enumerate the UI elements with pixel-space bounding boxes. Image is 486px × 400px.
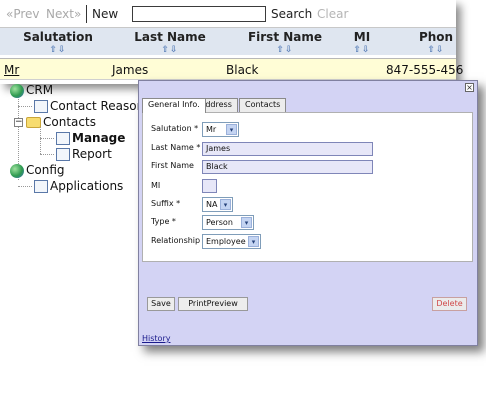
- column-header-salutation[interactable]: Salutation ⇧⇩: [0, 30, 116, 55]
- select-value: Person: [206, 218, 233, 227]
- last-name-label: Last Name *: [151, 143, 201, 152]
- general-info-panel: Salutation * Mr ▾ Last Name * James Firs…: [142, 112, 473, 262]
- tree-node-contact-reasons[interactable]: Contact Reasons: [18, 98, 151, 114]
- page-icon: [56, 132, 70, 145]
- clear-button[interactable]: Clear: [317, 7, 348, 21]
- select-value: Employee: [206, 237, 246, 246]
- chevron-down-icon[interactable]: ▾: [248, 236, 259, 247]
- search-input[interactable]: [132, 6, 266, 22]
- history-link[interactable]: History: [142, 334, 170, 343]
- column-label: Last Name: [134, 30, 206, 44]
- cell-last-name: James: [112, 63, 149, 77]
- mi-field[interactable]: [202, 179, 217, 193]
- tree-label: Contacts: [43, 115, 96, 129]
- sort-arrows-icon[interactable]: ⇧⇩: [342, 45, 382, 55]
- tab-general-info[interactable]: General Info.: [142, 98, 206, 113]
- first-name-label: First Name: [151, 161, 194, 170]
- prev-page-button[interactable]: «Prev: [6, 7, 40, 21]
- chevron-down-icon[interactable]: ▾: [226, 124, 237, 135]
- column-label: First Name: [247, 30, 323, 44]
- first-name-field[interactable]: Black: [202, 160, 373, 174]
- tree-connector: [18, 186, 32, 187]
- tree-node-manage[interactable]: Manage: [40, 130, 125, 146]
- cell-phone: 847-555-456: [386, 63, 464, 77]
- grid-toolbar: «Prev Next» New Search Clear: [0, 0, 456, 28]
- chevron-down-icon[interactable]: ▾: [241, 217, 252, 228]
- close-icon[interactable]: ×: [465, 83, 474, 92]
- chevron-down-icon[interactable]: ▾: [220, 199, 231, 210]
- sort-arrows-icon[interactable]: ⇧⇩: [112, 45, 228, 55]
- column-label: Salutation: [23, 30, 93, 44]
- column-header-mi[interactable]: MI ⇧⇩: [342, 30, 382, 55]
- column-header-last-name[interactable]: Last Name ⇧⇩: [112, 30, 228, 55]
- tree-label: Contact Reasons: [50, 99, 151, 113]
- contact-edit-dialog: × General Info. Address Contacts Salutat…: [138, 80, 478, 346]
- tree-node-contacts[interactable]: − Contacts: [14, 114, 96, 130]
- relationship-label: Relationship *: [151, 236, 207, 245]
- column-label: Phon: [418, 30, 454, 44]
- tree-label: Report: [72, 147, 112, 161]
- folder-open-icon: [26, 117, 41, 128]
- cell-first-name: Black: [226, 63, 259, 77]
- sort-arrows-icon[interactable]: ⇧⇩: [0, 45, 116, 55]
- suffix-select[interactable]: NA ▾: [202, 197, 233, 212]
- globe-icon: [10, 163, 24, 178]
- salutation-label: Salutation *: [151, 124, 199, 133]
- type-label: Type *: [151, 217, 176, 226]
- type-select[interactable]: Person ▾: [202, 215, 254, 230]
- tree-label: Manage: [72, 131, 126, 145]
- page-icon: [56, 148, 70, 161]
- search-button[interactable]: Search: [271, 7, 312, 21]
- save-button[interactable]: Save: [147, 297, 175, 311]
- next-page-button[interactable]: Next»: [46, 7, 81, 21]
- column-label: MI: [353, 30, 371, 44]
- salutation-select[interactable]: Mr ▾: [202, 122, 239, 137]
- select-value: Mr: [206, 125, 217, 134]
- print-preview-button[interactable]: PrintPreview: [178, 297, 248, 311]
- table-row[interactable]: Mr James Black 847-555-456: [0, 58, 463, 80]
- grid-header-row: Salutation ⇧⇩ Last Name ⇧⇩ First Name ⇧⇩…: [0, 28, 456, 55]
- collapse-icon[interactable]: −: [14, 118, 23, 127]
- tree-node-config[interactable]: Config: [10, 162, 65, 178]
- globe-icon: [10, 83, 24, 98]
- select-value: NA: [206, 200, 218, 209]
- cell-salutation[interactable]: Mr: [4, 63, 19, 77]
- sort-arrows-icon[interactable]: ⇧⇩: [386, 45, 486, 55]
- sort-arrows-icon[interactable]: ⇧⇩: [228, 45, 342, 55]
- page-icon: [34, 180, 48, 193]
- tree-node-report[interactable]: Report: [40, 146, 112, 162]
- new-record-button[interactable]: New: [92, 7, 118, 21]
- tree-connector: [18, 106, 32, 107]
- contacts-grid-window: «Prev Next» New Search Clear Salutation …: [0, 0, 463, 84]
- tree-label: CRM: [26, 83, 54, 97]
- tree-node-crm[interactable]: CRM: [10, 82, 53, 98]
- mi-label: MI: [151, 181, 161, 190]
- tree-connector: [40, 154, 54, 155]
- tree-label: Config: [26, 163, 65, 177]
- tree-node-applications[interactable]: Applications: [18, 178, 123, 194]
- column-header-phone[interactable]: Phon ⇧⇩: [386, 30, 486, 55]
- delete-button[interactable]: Delete: [432, 297, 467, 311]
- relationship-select[interactable]: Employee ▾: [202, 234, 261, 249]
- last-name-field[interactable]: James: [202, 142, 373, 156]
- column-header-first-name[interactable]: First Name ⇧⇩: [228, 30, 342, 55]
- toolbar-separator: [86, 5, 87, 23]
- tree-connector: [40, 138, 54, 139]
- tree-label: Applications: [50, 179, 124, 193]
- suffix-label: Suffix *: [151, 199, 181, 208]
- tab-contacts[interactable]: Contacts: [239, 98, 287, 112]
- page-icon: [34, 100, 48, 113]
